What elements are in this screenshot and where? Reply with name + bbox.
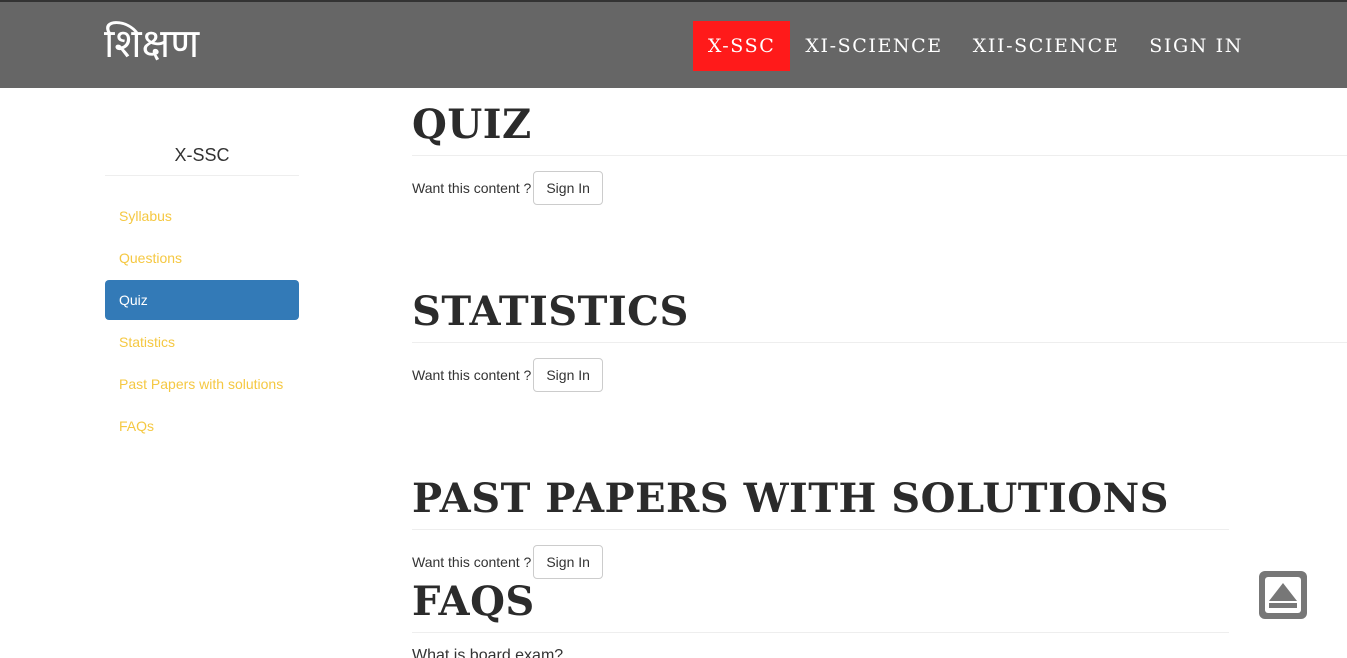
scroll-to-top-icon [1265, 577, 1301, 613]
main-content: QUIZ Want this content ? Sign In STATIST… [412, 88, 1347, 658]
section-divider [412, 632, 1229, 633]
faq-question: What is board exam? [412, 647, 564, 658]
sidebar: X-SSC Syllabus Questions Quiz Statistics… [105, 88, 299, 448]
section-divider [412, 342, 1347, 343]
sign-in-button[interactable]: Sign In [533, 545, 603, 579]
sign-in-prompt: Want this content ? Sign In [412, 545, 1347, 579]
nav-item-xii-science[interactable]: XII-SCIENCE [958, 21, 1135, 71]
nav-item-xi-science[interactable]: XI-SCIENCE [790, 21, 957, 71]
section-divider [412, 529, 1229, 530]
sign-in-prompt: Want this content ? Sign In [412, 358, 1347, 392]
section-quiz: QUIZ Want this content ? Sign In [412, 88, 1347, 205]
prompt-text: Want this content ? [412, 554, 532, 570]
sidebar-item-past-papers[interactable]: Past Papers with solutions [105, 364, 299, 404]
section-past-papers: PAST PAPERS WITH SOLUTIONS Want this con… [412, 392, 1347, 579]
sidebar-list: Syllabus Questions Quiz Statistics Past … [105, 196, 299, 446]
arrow-up-icon [1269, 583, 1297, 601]
brand-logo[interactable]: शिक्षण [104, 16, 199, 72]
prompt-text: Want this content ? [412, 180, 532, 196]
section-divider [412, 155, 1347, 156]
sidebar-item-statistics[interactable]: Statistics [105, 322, 299, 362]
arrow-base-bar [1269, 603, 1297, 608]
sidebar-item-quiz[interactable]: Quiz [105, 280, 299, 320]
section-title: PAST PAPERS WITH SOLUTIONS [412, 475, 1170, 522]
sidebar-item-faqs[interactable]: FAQs [105, 406, 299, 446]
sidebar-title: X-SSC [105, 144, 299, 176]
sign-in-prompt: Want this content ? Sign In [412, 171, 1347, 205]
top-navbar: शिक्षण X-SSC XI-SCIENCE XII-SCIENCE SIGN… [0, 0, 1347, 88]
sign-in-button[interactable]: Sign In [533, 358, 603, 392]
sidebar-item-questions[interactable]: Questions [105, 238, 299, 278]
main-nav: X-SSC XI-SCIENCE XII-SCIENCE SIGN IN [692, 21, 1258, 71]
prompt-text: Want this content ? [412, 367, 532, 383]
section-title: QUIZ [412, 101, 532, 148]
nav-item-x-ssc[interactable]: X-SSC [692, 21, 791, 71]
section-title: STATISTICS [412, 288, 689, 335]
sidebar-item-syllabus[interactable]: Syllabus [105, 196, 299, 236]
scroll-to-top-button[interactable] [1259, 571, 1307, 619]
section-title: FAQS [412, 578, 535, 625]
sign-in-button[interactable]: Sign In [533, 171, 603, 205]
section-faqs: FAQS What is board exam? [412, 579, 1347, 658]
section-statistics: STATISTICS Want this content ? Sign In [412, 205, 1347, 392]
nav-item-sign-in[interactable]: SIGN IN [1134, 21, 1258, 71]
